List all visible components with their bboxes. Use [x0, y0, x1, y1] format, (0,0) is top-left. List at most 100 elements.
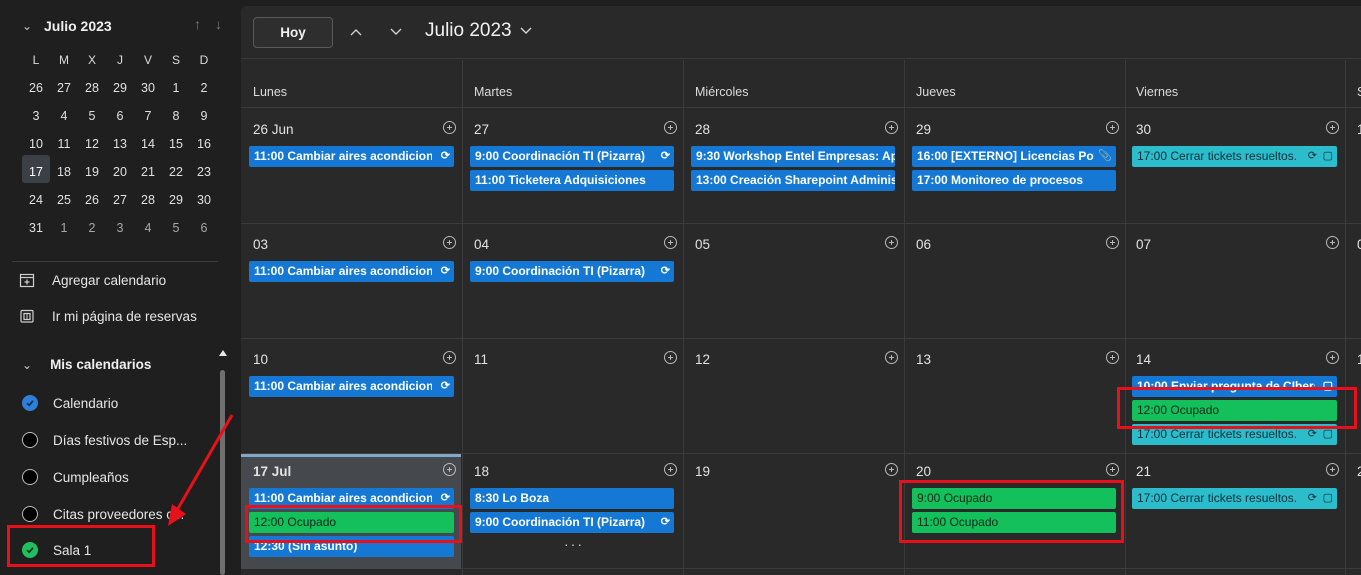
add-event-icon[interactable]: [885, 236, 898, 249]
mini-day[interactable]: 30: [190, 193, 218, 207]
mini-day[interactable]: 12: [78, 137, 106, 151]
calendar-event[interactable]: 11:00 Cambiar aires acondicionados ⟳: [249, 261, 454, 282]
mini-day[interactable]: 10: [22, 137, 50, 151]
mini-day[interactable]: 7: [134, 109, 162, 123]
mini-day[interactable]: 6: [106, 109, 134, 123]
day-number[interactable]: 27: [474, 122, 489, 137]
chevron-down-icon[interactable]: [386, 23, 406, 41]
mini-day[interactable]: 3: [106, 221, 134, 235]
calendar-event[interactable]: 13:00 Creación Sharepoint Administ: [691, 170, 895, 191]
day-number[interactable]: 05: [695, 237, 710, 252]
mini-day[interactable]: 27: [50, 81, 78, 95]
next-month-icon[interactable]: ↓: [215, 16, 222, 32]
mini-day[interactable]: 16: [190, 137, 218, 151]
unchecked-circle-icon[interactable]: [22, 506, 38, 522]
add-event-icon[interactable]: [1326, 463, 1339, 476]
calendar-event[interactable]: 11:00 Cambiar aires acondicionados ⟳: [249, 146, 454, 167]
day-number[interactable]: 28: [695, 122, 710, 137]
mini-day[interactable]: 11: [50, 137, 78, 151]
day-number[interactable]: 26 Jun: [253, 122, 294, 137]
mini-day[interactable]: 2: [190, 81, 218, 95]
add-event-icon[interactable]: [443, 351, 456, 364]
mini-day[interactable]: 29: [106, 81, 134, 95]
more-events-button[interactable]: ···: [564, 536, 584, 552]
mini-day[interactable]: 18: [50, 165, 78, 179]
day-number[interactable]: 0: [1357, 237, 1361, 252]
calendar-event[interactable]: 9:00 Coordinación TI (Pizarra) ⟳: [470, 512, 674, 533]
mini-day[interactable]: 26: [22, 81, 50, 95]
mini-day-today[interactable]: 17: [22, 160, 51, 186]
day-number[interactable]: 18: [474, 464, 489, 479]
add-event-icon[interactable]: [1326, 236, 1339, 249]
add-event-icon[interactable]: [664, 463, 677, 476]
mini-day[interactable]: 5: [78, 109, 106, 123]
month-picker[interactable]: Julio 2023: [425, 20, 532, 42]
day-number[interactable]: 1: [1357, 352, 1361, 367]
mini-day[interactable]: 2: [78, 221, 106, 235]
day-number[interactable]: 20: [916, 464, 931, 479]
calendar-event[interactable]: 17:00 Cerrar tickets resueltos. ⟳ ▢: [1132, 146, 1337, 167]
calendar-event[interactable]: 17:00 Monitoreo de procesos: [912, 170, 1116, 191]
mini-day[interactable]: 9: [190, 109, 218, 123]
unchecked-circle-icon[interactable]: [22, 469, 38, 485]
mini-day[interactable]: 15: [162, 137, 190, 151]
day-number[interactable]: 30: [1136, 122, 1151, 137]
calendar-event[interactable]: 9:30 Workshop Entel Empresas: Apre: [691, 146, 895, 167]
day-number[interactable]: 19: [695, 464, 710, 479]
add-event-icon[interactable]: [885, 351, 898, 364]
calendar-event[interactable]: 16:00 [EXTERNO] Licencias Power 📎: [912, 146, 1116, 167]
calendar-event[interactable]: 9:00 Coordinación TI (Pizarra) ⟳: [470, 261, 674, 282]
mini-day[interactable]: 21: [134, 165, 162, 179]
mini-day[interactable]: 4: [50, 109, 78, 123]
add-event-icon[interactable]: [443, 463, 456, 476]
mini-day[interactable]: 23: [190, 165, 218, 179]
mini-day[interactable]: 14: [134, 137, 162, 151]
day-number[interactable]: 14: [1136, 352, 1151, 367]
calendar-event[interactable]: 8:30 Lo Boza: [470, 488, 674, 509]
add-event-icon[interactable]: [664, 236, 677, 249]
mini-day[interactable]: 5: [162, 221, 190, 235]
day-number[interactable]: 29: [916, 122, 931, 137]
mini-day[interactable]: 26: [78, 193, 106, 207]
calendar-event[interactable]: 9:00 Coordinación TI (Pizarra) ⟳: [470, 146, 674, 167]
mini-day[interactable]: 20: [106, 165, 134, 179]
mini-day[interactable]: 31: [22, 221, 50, 235]
mini-day[interactable]: 19: [78, 165, 106, 179]
add-event-icon[interactable]: [664, 351, 677, 364]
add-event-icon[interactable]: [1106, 121, 1119, 134]
add-event-icon[interactable]: [885, 121, 898, 134]
add-event-icon[interactable]: [1106, 236, 1119, 249]
mini-day[interactable]: 3: [22, 109, 50, 123]
mini-day[interactable]: 22: [162, 165, 190, 179]
mini-calendar-title[interactable]: Julio 2023: [44, 18, 112, 34]
add-event-icon[interactable]: [885, 463, 898, 476]
scroll-up-icon[interactable]: [219, 350, 227, 356]
day-number[interactable]: 21: [1136, 464, 1151, 479]
day-number[interactable]: 11: [474, 352, 488, 367]
mini-day[interactable]: 29: [162, 193, 190, 207]
add-event-icon[interactable]: [1106, 463, 1119, 476]
mini-day[interactable]: 28: [78, 81, 106, 95]
day-number[interactable]: 12: [695, 352, 710, 367]
add-event-icon[interactable]: [1326, 121, 1339, 134]
mini-day[interactable]: 8: [162, 109, 190, 123]
my-calendars-header[interactable]: ⌄ Mis calendarios: [22, 357, 151, 372]
checked-circle-icon[interactable]: [22, 395, 38, 411]
previous-month-icon[interactable]: ↑: [194, 16, 201, 32]
mini-day[interactable]: 28: [134, 193, 162, 207]
day-number[interactable]: 06: [916, 237, 931, 252]
add-event-icon[interactable]: [443, 236, 456, 249]
mini-day[interactable]: 27: [106, 193, 134, 207]
day-number[interactable]: 2: [1357, 464, 1361, 479]
today-button[interactable]: Hoy: [253, 17, 333, 48]
chevron-up-icon[interactable]: [346, 23, 366, 41]
add-event-icon[interactable]: [664, 121, 677, 134]
mini-day[interactable]: 30: [134, 81, 162, 95]
day-number[interactable]: 1: [1357, 122, 1361, 137]
calendar-event[interactable]: 11:00 Ticketera Adquisiciones: [470, 170, 674, 191]
mini-day[interactable]: 4: [134, 221, 162, 235]
day-number[interactable]: 07: [1136, 237, 1151, 252]
unchecked-circle-icon[interactable]: [22, 432, 38, 448]
calendar-event[interactable]: 17:00 Cerrar tickets resueltos. ⟳ ▢: [1132, 488, 1337, 509]
calendar-event[interactable]: 11:00 Cambiar aires acondicionados ⟳: [249, 376, 454, 397]
